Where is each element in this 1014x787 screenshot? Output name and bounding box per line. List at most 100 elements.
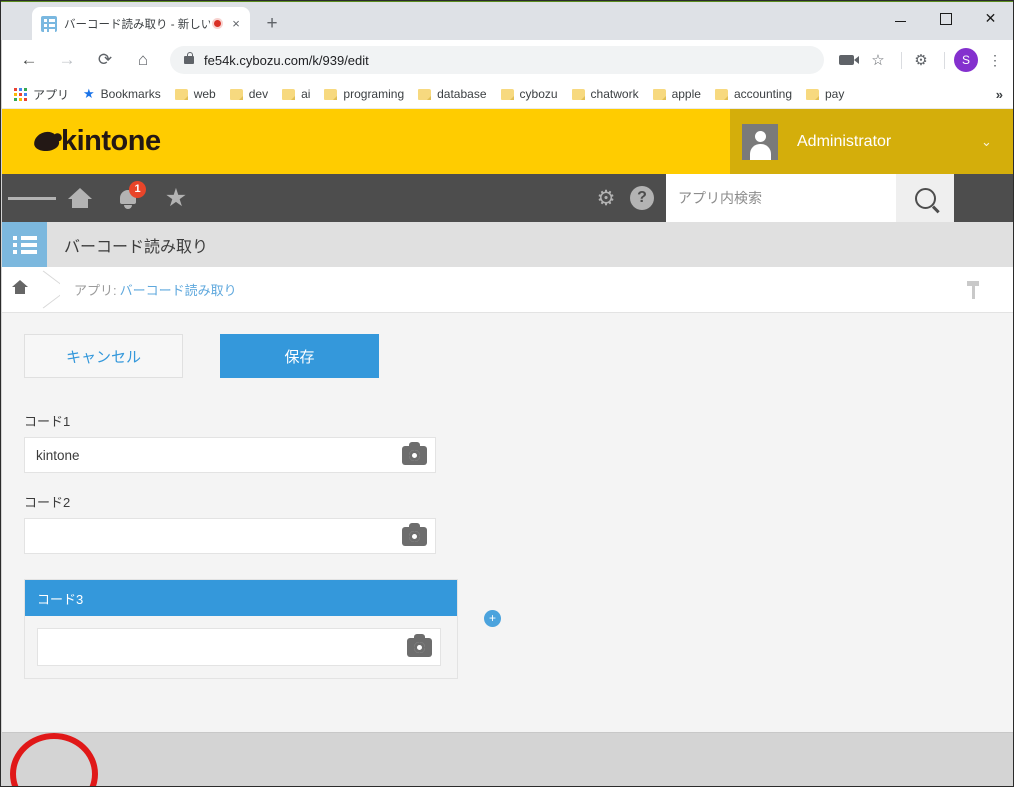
bookmark-item-apple[interactable]: apple [646, 83, 708, 105]
hamburger-icon[interactable] [8, 174, 56, 222]
gear-icon[interactable]: ⚙ [586, 186, 626, 211]
folder-icon [174, 88, 188, 100]
kintone-app-icon [41, 15, 57, 32]
notification-count-badge: 1 [129, 181, 146, 198]
app-name: バーコード読み取り [64, 238, 209, 256]
bookmark-label: dev [248, 87, 269, 101]
minimize-button[interactable] [878, 3, 923, 34]
field-code1: コード1 kintone [24, 411, 1013, 473]
bookmarks-overflow-button[interactable]: » [996, 87, 1003, 102]
kintone-blob-icon [33, 131, 60, 152]
bookmark-star-icon[interactable]: ☆ [864, 46, 892, 74]
camera-icon[interactable] [402, 441, 427, 465]
navbar-right: ⚙ ? アプリ内検索 [586, 174, 1013, 222]
new-tab-button[interactable]: + [259, 11, 285, 37]
group-body [25, 616, 457, 678]
bookmark-item-apps[interactable]: アプリ [7, 83, 76, 105]
breadcrumb: アプリ: バーコード読み取り [2, 267, 1013, 313]
url-text: fe54k.cybozu.com/k/939/edit [204, 52, 369, 68]
maximize-button[interactable] [923, 3, 968, 34]
page-footer [2, 733, 1013, 786]
folder-icon [418, 88, 432, 100]
bookmark-item-web[interactable]: web [168, 83, 223, 105]
folder-icon [571, 88, 585, 100]
folder-icon [229, 88, 243, 100]
cancel-button[interactable]: キャンセル [24, 334, 183, 378]
profile-avatar[interactable]: S [954, 48, 978, 72]
bookmark-item-dev[interactable]: dev [223, 83, 275, 105]
bookmark-item-accounting[interactable]: accounting [708, 83, 799, 105]
bookmark-label: programing [343, 87, 405, 101]
tab-strip: バーコード読み取り - 新しいレコ– × + ✕ [1, 2, 1013, 40]
kintone-navbar: 1 ★ ⚙ ? アプリ内検索 [2, 174, 1013, 222]
field-group-code3: コード3 [24, 579, 458, 679]
favorites-star-icon[interactable]: ★ [152, 174, 200, 222]
field-label: コード2 [24, 495, 71, 510]
search-input[interactable]: アプリ内検索 [666, 174, 896, 222]
field-code2: コード2 [24, 492, 1013, 554]
bookmark-label: database [437, 87, 487, 101]
browser-toolbar: ← → ⟳ ⌂ fe54k.cybozu.com/k/939/edit ☆ ⚙ … [2, 40, 1013, 80]
record-dot-icon [212, 18, 223, 29]
bookmark-label: cybozu [519, 87, 558, 101]
home-button[interactable]: ⌂ [126, 43, 160, 77]
address-bar[interactable]: fe54k.cybozu.com/k/939/edit [170, 46, 824, 74]
code1-value: kintone [36, 447, 80, 463]
extensions-gear-icon[interactable]: ⚙ [907, 46, 935, 74]
bookmark-item-chatwork[interactable]: chatwork [565, 83, 646, 105]
bookmarks-bar: アプリ ★ Bookmarks web dev ai programing da… [2, 80, 1013, 109]
field-group-row: コード3 + [24, 573, 1013, 679]
notifications-bell-icon[interactable]: 1 [104, 174, 152, 222]
bookmark-item-pay[interactable]: pay [799, 83, 851, 105]
kintone-logo[interactable]: kintone [2, 109, 730, 174]
code1-input[interactable]: kintone [24, 437, 436, 473]
breadcrumb-app-link[interactable]: バーコード読み取り [117, 280, 237, 299]
page-content: kintone Administrator ⌄ 1 ★ ⚙ ? アプリ内検索 バ… [2, 109, 1013, 786]
toolbar-divider [901, 51, 902, 69]
bookmark-item-cybozu[interactable]: cybozu [494, 83, 565, 105]
kintone-logo-text: kintone [61, 125, 161, 157]
search-placeholder: アプリ内検索 [678, 190, 762, 206]
folder-icon [282, 88, 296, 100]
browser-menu-icon[interactable]: ⋮ [982, 46, 1008, 74]
app-list-icon [2, 222, 47, 267]
user-menu[interactable]: Administrator ⌄ [730, 109, 1013, 174]
bookmark-item-programing[interactable]: programing [317, 83, 411, 105]
app-title-bar: バーコード読み取り [2, 222, 1013, 267]
bookmark-item-ai[interactable]: ai [275, 83, 317, 105]
home-icon[interactable] [56, 174, 104, 222]
apps-grid-icon [14, 87, 27, 101]
record-edit-form: キャンセル 保存 コード1 kintone コード2 コード3 + [2, 313, 1013, 786]
camera-icon[interactable] [402, 522, 427, 546]
add-row-button[interactable]: + [484, 610, 501, 627]
folder-icon [652, 88, 666, 100]
code2-input[interactable] [24, 518, 436, 554]
search-button[interactable] [896, 174, 954, 222]
folder-icon [500, 88, 514, 100]
reload-button[interactable]: ⟳ [88, 43, 122, 77]
bookmark-item-database[interactable]: database [411, 83, 493, 105]
bookmark-item-bookmarks[interactable]: ★ Bookmarks [76, 83, 168, 105]
close-window-button[interactable]: ✕ [968, 3, 1013, 34]
camera-icon[interactable] [407, 633, 432, 657]
browser-window: バーコード読み取り - 新しいレコ– × + ✕ ← → ⟳ ⌂ fe54k.c… [0, 0, 1014, 787]
bookmark-label: web [193, 87, 216, 101]
back-button[interactable]: ← [12, 43, 46, 77]
folder-icon [714, 88, 728, 100]
folder-icon [324, 88, 338, 100]
tab-title: バーコード読み取り - 新しいレコ– [64, 18, 210, 31]
close-icon[interactable]: × [229, 16, 243, 31]
cast-icon[interactable] [832, 46, 860, 74]
browser-tab[interactable]: バーコード読み取り - 新しいレコ– × [32, 7, 250, 40]
forward-button[interactable]: → [50, 43, 84, 77]
help-icon[interactable]: ? [630, 186, 654, 210]
pin-icon[interactable] [965, 280, 981, 299]
breadcrumb-home-icon[interactable] [2, 280, 38, 299]
save-button[interactable]: 保存 [220, 334, 379, 378]
chevron-down-icon[interactable]: ⌄ [981, 134, 999, 150]
breadcrumb-prefix: アプリ: [74, 283, 117, 298]
code3-input[interactable] [37, 628, 441, 666]
star-icon: ★ [83, 86, 95, 101]
navbar-tail [954, 174, 1013, 222]
bookmark-label: chatwork [590, 87, 639, 101]
